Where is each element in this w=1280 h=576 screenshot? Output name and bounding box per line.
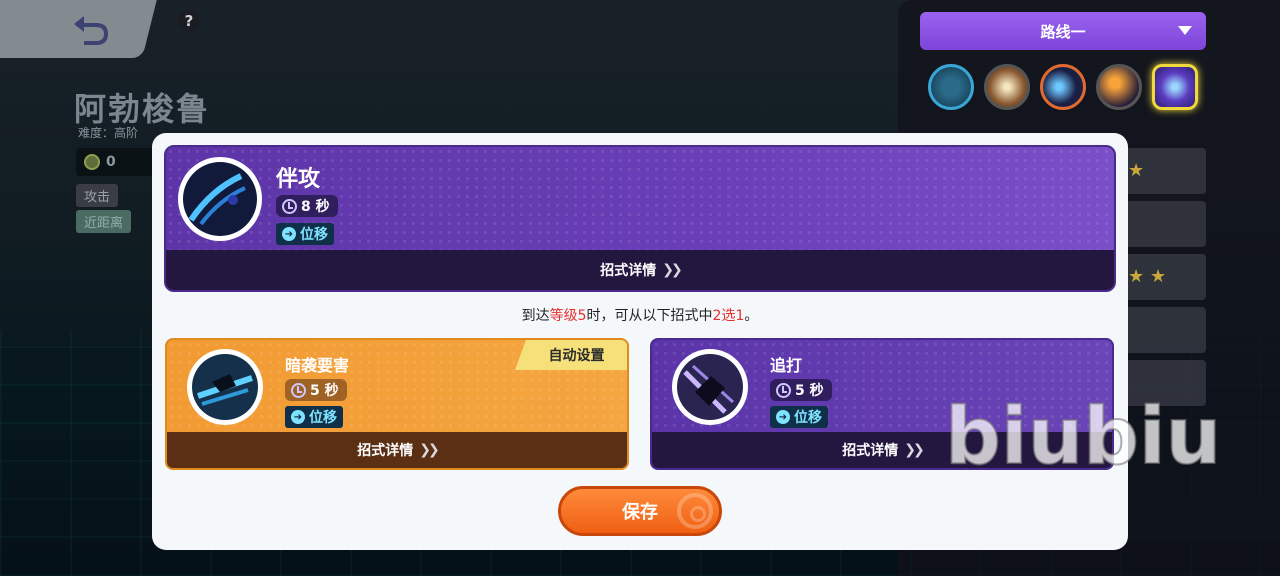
instruction-choice: 2选1 — [712, 308, 745, 324]
emblem-row: 0 — [76, 148, 156, 176]
clock-icon — [776, 382, 791, 398]
auto-set-badge: 自动设置 — [515, 340, 627, 370]
detail-label: 招式详情 — [842, 443, 899, 459]
double-chevron-icon: ❯❯ — [419, 442, 440, 458]
move-icon-main — [178, 157, 262, 241]
slot-row — [1120, 201, 1206, 247]
detail-label: 招式详情 — [600, 263, 657, 279]
main-move-name: 伴攻 — [276, 167, 321, 192]
instruction-text: 时，可从以下招式中 — [586, 308, 713, 324]
route-select[interactable]: 路线一 — [920, 12, 1206, 50]
passive-icon[interactable] — [928, 64, 974, 110]
tag-range: 近距离 — [76, 210, 132, 233]
emblem-count: 0 — [106, 154, 116, 170]
move-type-label: 位移 — [309, 410, 337, 426]
dash-arrow-icon: ➜ — [282, 227, 296, 241]
instruction-text: 。 — [744, 308, 759, 324]
cooldown-pill: 5 秒 — [285, 379, 347, 401]
unite-icon[interactable] — [1152, 64, 1198, 110]
main-move-card: 伴攻 8 秒 ➜ 位移 招式详情 ❯❯ — [164, 145, 1116, 292]
double-chevron-icon: ❯❯ — [662, 262, 683, 278]
cooldown-value: 8 秒 — [301, 199, 330, 215]
slot-row: ★ — [1120, 148, 1206, 194]
star-icon: ★ — [1128, 266, 1145, 287]
clock-icon — [282, 198, 297, 214]
skill-icon-row — [928, 64, 1198, 110]
instruction-text: 到达 — [521, 308, 550, 324]
save-button[interactable]: 保存 — [558, 486, 722, 536]
main-move-detail-button[interactable]: 招式详情 ❯❯ — [166, 250, 1114, 290]
upgrade-instruction: 到达等级5时，可从以下招式中2选1。 — [0, 305, 1280, 325]
move-type-label: 位移 — [300, 227, 328, 243]
route-select-label: 路线一 — [1040, 22, 1086, 41]
cooldown-value: 5 秒 — [310, 383, 339, 399]
help-icon[interactable]: ? — [178, 10, 200, 32]
move-type-pill: ➜ 位移 — [276, 223, 334, 245]
move-type-pill: ➜ 位移 — [285, 406, 343, 428]
instruction-level: 等级5 — [549, 308, 587, 324]
slot-list: ★ ★ ★ — [1120, 148, 1206, 413]
cooldown-pill: 8 秒 — [276, 195, 338, 217]
move-icon-option — [672, 349, 748, 425]
detail-label: 招式详情 — [357, 443, 414, 459]
move-type-label: 位移 — [794, 410, 822, 426]
watermark-text: biubiu — [944, 391, 1222, 483]
option-name: 追打 — [770, 356, 803, 375]
move-icon-option — [187, 349, 263, 425]
emblem-icon — [84, 154, 100, 170]
option-name: 暗袭要害 — [285, 356, 350, 375]
dash-arrow-icon: ➜ — [291, 410, 305, 424]
cooldown-pill: 5 秒 — [770, 379, 832, 401]
tag-attack: 攻击 — [76, 184, 119, 207]
skill-1-icon[interactable] — [1040, 64, 1086, 110]
skill-2-icon[interactable] — [1096, 64, 1142, 110]
auto-set-label: 自动设置 — [548, 348, 605, 364]
back-arrow-icon[interactable] — [70, 12, 112, 46]
move-option-sucker-punch[interactable]: 自动设置 暗袭要害 5 秒 ➜ 位移 招式详情 ❯❯ — [165, 338, 629, 470]
cooldown-value: 5 秒 — [795, 383, 824, 399]
double-chevron-icon: ❯❯ — [904, 442, 925, 458]
option-detail-button[interactable]: 招式详情 ❯❯ — [167, 432, 627, 468]
clock-icon — [291, 382, 306, 398]
star-icon: ★ — [1150, 266, 1167, 287]
attack-icon[interactable] — [984, 64, 1030, 110]
dash-arrow-icon: ➜ — [776, 410, 790, 424]
save-label: 保存 — [622, 502, 658, 523]
difficulty-label: 难度：高阶 — [78, 126, 139, 140]
move-art-icon — [183, 162, 257, 236]
chevron-down-icon — [1178, 26, 1192, 35]
pokeball-icon — [677, 493, 713, 529]
move-art-icon — [192, 354, 258, 420]
move-type-pill: ➜ 位移 — [770, 406, 828, 428]
move-art-icon — [677, 354, 743, 420]
star-icon: ★ — [1128, 160, 1145, 181]
slot-row: ★ ★ — [1120, 254, 1206, 300]
